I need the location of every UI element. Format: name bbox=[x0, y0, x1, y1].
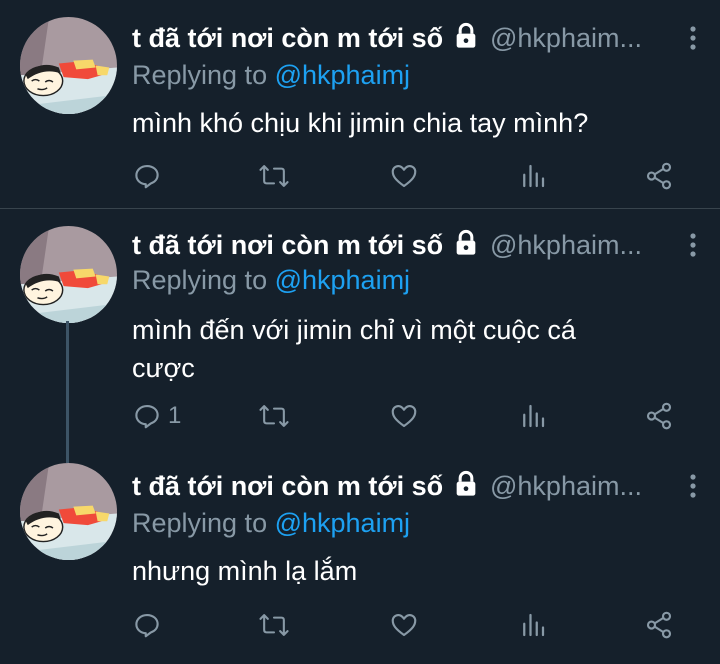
like-button[interactable] bbox=[389, 161, 419, 191]
heart-icon bbox=[389, 610, 419, 640]
analytics-button[interactable] bbox=[518, 401, 548, 431]
reply-icon bbox=[132, 610, 162, 640]
reply-button[interactable] bbox=[132, 610, 168, 640]
retweet-icon bbox=[258, 610, 290, 640]
replying-prefix: Replying to bbox=[132, 60, 275, 90]
like-button[interactable] bbox=[389, 610, 419, 640]
like-button[interactable] bbox=[389, 401, 419, 431]
share-icon bbox=[644, 401, 674, 431]
replying-to: Replying to @hkphaimj bbox=[132, 60, 410, 91]
analytics-button[interactable] bbox=[518, 610, 548, 640]
analytics-button[interactable] bbox=[518, 161, 548, 191]
display-name[interactable]: t đã tới nơi còn m tới số bbox=[132, 230, 443, 260]
retweet-button[interactable] bbox=[258, 161, 290, 191]
analytics-icon bbox=[518, 161, 548, 191]
tweet-header: t đã tới nơi còn m tới số @hkphaim... bbox=[132, 470, 700, 506]
display-name[interactable]: t đã tới nơi còn m tới số bbox=[132, 471, 443, 501]
tweet-header: t đã tới nơi còn m tới số @hkphaim... bbox=[132, 22, 700, 58]
mention-link[interactable]: @hkphaimj bbox=[275, 60, 410, 90]
tweet-header: t đã tới nơi còn m tới số @hkphaim... bbox=[132, 229, 700, 265]
heart-icon bbox=[389, 401, 419, 431]
tweet-actions bbox=[132, 161, 692, 195]
share-icon bbox=[644, 161, 674, 191]
avatar[interactable] bbox=[20, 463, 117, 560]
analytics-icon bbox=[518, 401, 548, 431]
retweet-button[interactable] bbox=[258, 401, 290, 431]
heart-icon bbox=[389, 161, 419, 191]
avatar[interactable] bbox=[20, 226, 117, 323]
reply-count: 1 bbox=[168, 402, 182, 429]
more-vertical-icon[interactable] bbox=[686, 231, 700, 264]
tweet-actions bbox=[132, 610, 692, 644]
avatar[interactable] bbox=[20, 17, 117, 114]
lock-icon bbox=[452, 22, 480, 55]
display-name[interactable]: t đã tới nơi còn m tới số bbox=[132, 23, 443, 53]
thread-line bbox=[66, 321, 69, 463]
tweet-actions: 1 bbox=[132, 401, 692, 435]
retweet-icon bbox=[258, 401, 290, 431]
lock-icon bbox=[452, 470, 480, 503]
retweet-icon bbox=[258, 161, 290, 191]
user-handle[interactable]: @hkphaim... bbox=[490, 471, 642, 501]
retweet-button[interactable] bbox=[258, 610, 290, 640]
user-handle[interactable]: @hkphaim... bbox=[490, 23, 642, 53]
reply-button[interactable] bbox=[132, 161, 168, 191]
share-button[interactable] bbox=[644, 401, 674, 431]
reply-icon bbox=[132, 161, 162, 191]
more-vertical-icon[interactable] bbox=[686, 472, 700, 505]
share-icon bbox=[644, 610, 674, 640]
tweet-text: mình khó chịu khi jimin chia tay mình? bbox=[132, 108, 589, 138]
share-button[interactable] bbox=[644, 161, 674, 191]
reply-icon bbox=[132, 401, 162, 431]
reply-button[interactable]: 1 bbox=[132, 401, 181, 431]
more-vertical-icon[interactable] bbox=[686, 24, 700, 57]
tweet-1[interactable]: t đã tới nơi còn m tới số @hkphaim... Re… bbox=[0, 0, 720, 209]
lock-icon bbox=[452, 229, 480, 262]
share-button[interactable] bbox=[644, 610, 674, 640]
analytics-icon bbox=[518, 610, 548, 640]
user-handle[interactable]: @hkphaim... bbox=[490, 230, 642, 260]
